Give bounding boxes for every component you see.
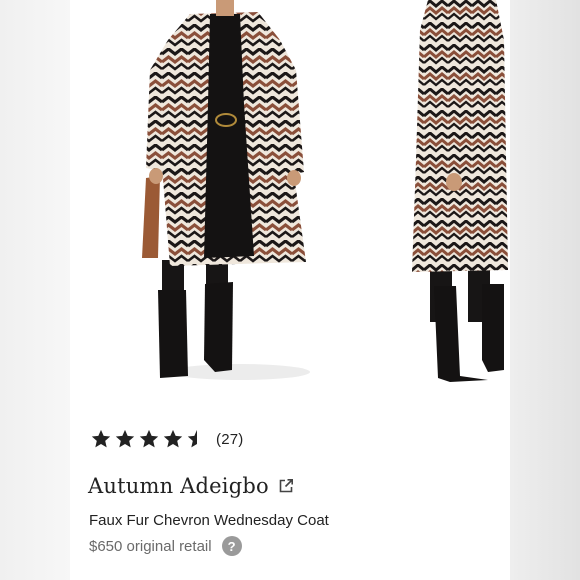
- star-icon: [91, 429, 111, 448]
- right-background: [510, 0, 580, 580]
- review-count[interactable]: (27): [216, 431, 243, 448]
- star-icon: [139, 429, 159, 448]
- star-icon: [163, 429, 183, 448]
- product-card: (27) Autumn Adeigbo Faux Fur Chevron Wed…: [70, 0, 510, 580]
- product-photo-front[interactable]: [110, 0, 350, 410]
- original-retail-price: $650 original retail: [89, 537, 212, 555]
- product-photo-gallery[interactable]: [70, 0, 510, 410]
- designer-row: Autumn Adeigbo: [88, 474, 294, 498]
- rating-row[interactable]: (27): [90, 428, 243, 450]
- star-rating: [90, 428, 208, 450]
- left-background: [0, 0, 70, 580]
- designer-name[interactable]: Autumn Adeigbo: [88, 474, 269, 498]
- product-name: Faux Fur Chevron Wednesday Coat: [89, 512, 329, 529]
- external-link-icon[interactable]: [278, 478, 294, 494]
- star-icon: [115, 429, 135, 448]
- price-row: $650 original retail ?: [89, 536, 242, 556]
- star-half-icon: [187, 429, 197, 448]
- product-photo-side[interactable]: [400, 0, 510, 410]
- question-mark-icon[interactable]: ?: [221, 536, 242, 556]
